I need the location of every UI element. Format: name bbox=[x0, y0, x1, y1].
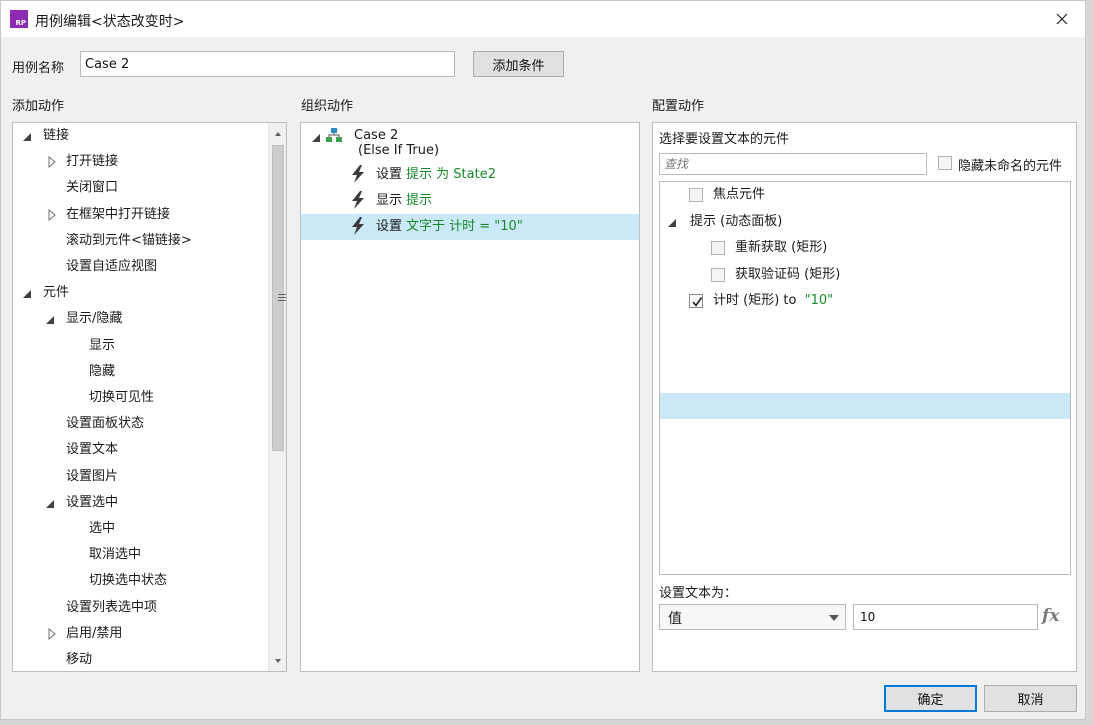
axure-app-icon: RP bbox=[10, 10, 28, 28]
add-condition-button[interactable]: 添加条件 bbox=[473, 51, 564, 77]
action-tree-item[interactable]: 设置选中 bbox=[66, 490, 118, 516]
configure-action-panel: 选择要设置文本的元件 隐藏未命名的元件 焦点元件提示 (动态面板) 重新获取 (矩… bbox=[652, 122, 1077, 672]
element-list-item[interactable]: 焦点元件 bbox=[713, 182, 765, 208]
expand-icon[interactable] bbox=[668, 218, 676, 227]
case-editor-dialog: RP 用例编辑<状态改变时> 用例名称 添加条件 添加动作 组织动作 配置动作 … bbox=[0, 0, 1086, 720]
expand-icon[interactable] bbox=[23, 290, 31, 299]
text-value-input[interactable] bbox=[853, 604, 1038, 630]
cancel-button[interactable]: 取消 bbox=[984, 685, 1077, 712]
ok-button[interactable]: 确定 bbox=[884, 685, 977, 712]
search-input[interactable] bbox=[659, 153, 927, 175]
close-icon bbox=[1056, 13, 1068, 25]
action-tree-item[interactable]: 设置自适应视图 bbox=[66, 254, 157, 280]
element-label: 焦点元件 bbox=[713, 187, 766, 202]
scroll-up-icon[interactable] bbox=[273, 129, 283, 139]
element-list-item[interactable]: 获取验证码 (矩形) bbox=[735, 262, 840, 288]
add-action-tree[interactable]: 链接 打开链接 关闭窗口 在框架中打开链接 滚动到元件<锚链接> 设置自适应视图 元件 显示/… bbox=[12, 122, 287, 672]
element-label: 提示 (动态面板) bbox=[690, 213, 783, 229]
action-tree-item[interactable]: 设置列表选中项 bbox=[66, 595, 157, 621]
action-tree-item[interactable]: 显示/隐藏 bbox=[66, 306, 122, 332]
element-checkbox[interactable] bbox=[711, 267, 725, 282]
action-detail: 提示 为 State2 bbox=[406, 167, 496, 182]
action-tree-item[interactable]: 切换可见性 bbox=[89, 385, 154, 411]
grip-line bbox=[278, 294, 286, 295]
action-tree-item[interactable]: 选中 bbox=[89, 516, 115, 542]
action-verb: 显示 bbox=[376, 193, 403, 208]
expand-icon[interactable] bbox=[312, 134, 320, 142]
element-value: "10" bbox=[804, 293, 834, 308]
action-verb: 设置 bbox=[376, 219, 403, 234]
lightning-icon bbox=[352, 165, 364, 183]
action-tree-item[interactable]: 在框架中打开链接 bbox=[66, 202, 170, 228]
text-type-value: 值 bbox=[668, 611, 682, 627]
organize-action-item[interactable]: 显示 提示 bbox=[376, 188, 432, 214]
expand-icon[interactable] bbox=[23, 133, 31, 141]
element-label: 重新获取 (矩形) bbox=[735, 240, 828, 255]
element-list-item[interactable]: 计时 (矩形) to "10" bbox=[713, 288, 833, 314]
action-detail: 文字于 计时 = "10" bbox=[406, 219, 523, 234]
lightning-icon bbox=[352, 217, 364, 235]
element-label: 获取验证码 (矩形) bbox=[735, 266, 841, 282]
scroll-thumb[interactable] bbox=[272, 145, 286, 451]
action-tree-item[interactable]: 链接 bbox=[43, 123, 69, 149]
organize-action-item[interactable]: 设置 文字于 计时 = "10" bbox=[376, 214, 523, 240]
element-list-item[interactable]: 提示 (动态面板) bbox=[690, 209, 782, 235]
text-type-select[interactable]: 值 bbox=[659, 604, 846, 630]
grip-line bbox=[278, 300, 286, 301]
element-list-item[interactable]: 重新获取 (矩形) bbox=[735, 235, 827, 261]
action-tree-item[interactable]: 设置图片 bbox=[66, 464, 118, 490]
action-tree-item[interactable]: 显示 bbox=[89, 333, 115, 359]
hide-unnamed-label: 隐藏未命名的元件 bbox=[958, 159, 1063, 174]
add-action-heading: 添加动作 bbox=[12, 99, 65, 114]
expand-icon[interactable] bbox=[46, 316, 54, 325]
checkmark-icon bbox=[692, 297, 703, 307]
action-tree-item[interactable]: 设置面板状态 bbox=[66, 411, 144, 437]
selected-row-highlight bbox=[660, 393, 1070, 419]
case-name-input[interactable] bbox=[80, 51, 455, 77]
app-icon-text: RP bbox=[15, 19, 26, 27]
set-text-label: 设置文本为： bbox=[659, 586, 738, 601]
tree-scrollbar[interactable] bbox=[268, 123, 286, 671]
action-tree-item[interactable]: 滚动到元件<锚链接> bbox=[66, 228, 192, 254]
collapse-icon[interactable] bbox=[48, 627, 56, 640]
action-tree-item[interactable]: 元件 bbox=[43, 280, 69, 306]
hide-unnamed-checkbox[interactable] bbox=[938, 156, 952, 170]
element-checkbox[interactable] bbox=[689, 294, 703, 308]
select-element-heading: 选择要设置文本的元件 bbox=[659, 132, 790, 147]
action-tree-item[interactable]: 关闭窗口 bbox=[66, 175, 118, 201]
expand-icon[interactable] bbox=[46, 499, 54, 508]
element-checkbox[interactable] bbox=[689, 188, 703, 202]
window-title: 用例编辑<状态改变时> bbox=[35, 14, 185, 30]
grip-line bbox=[278, 297, 286, 298]
organize-action-tree[interactable]: Case 2 (Else If True) 设置 提示 为 State2 显示 提示设… bbox=[300, 122, 640, 672]
close-button[interactable] bbox=[1039, 1, 1085, 37]
action-verb: 设置 bbox=[376, 167, 403, 182]
element-list[interactable]: 焦点元件提示 (动态面板) 重新获取 (矩形) 获取验证码 (矩形) 计时 (矩形) … bbox=[659, 181, 1071, 575]
fx-icon[interactable]: fx bbox=[1042, 606, 1059, 626]
action-tree-item[interactable]: 切换选中状态 bbox=[89, 568, 167, 594]
action-tree-item[interactable]: 取消选中 bbox=[89, 542, 141, 568]
scroll-down-icon[interactable] bbox=[273, 656, 283, 666]
action-tree-item[interactable]: 启用/禁用 bbox=[66, 621, 122, 647]
collapse-icon[interactable] bbox=[48, 208, 56, 221]
window-edge bbox=[1086, 0, 1093, 720]
action-tree-item[interactable]: 隐藏 bbox=[89, 359, 115, 385]
action-tree-item[interactable]: 打开链接 bbox=[66, 149, 118, 175]
collapse-icon[interactable] bbox=[48, 156, 56, 169]
element-label: 计时 (矩形) to bbox=[713, 293, 801, 308]
element-checkbox[interactable] bbox=[711, 241, 725, 255]
title-bar: RP 用例编辑<状态改变时> bbox=[1, 1, 1085, 37]
case-icon bbox=[326, 128, 342, 142]
window-edge-bottom bbox=[0, 720, 1093, 725]
configure-action-heading: 配置动作 bbox=[652, 99, 705, 114]
lightning-icon bbox=[352, 191, 364, 209]
organize-action-heading: 组织动作 bbox=[301, 99, 354, 114]
chevron-down-icon bbox=[829, 615, 839, 621]
case-condition: (Else If True) bbox=[358, 143, 440, 158]
case-name-label: 用例名称 bbox=[12, 61, 65, 76]
action-detail: 提示 bbox=[406, 193, 433, 208]
organize-action-item[interactable]: 设置 提示 为 State2 bbox=[376, 162, 496, 188]
action-tree-item[interactable]: 移动 bbox=[66, 647, 92, 671]
action-tree-item[interactable]: 设置文本 bbox=[66, 437, 118, 463]
